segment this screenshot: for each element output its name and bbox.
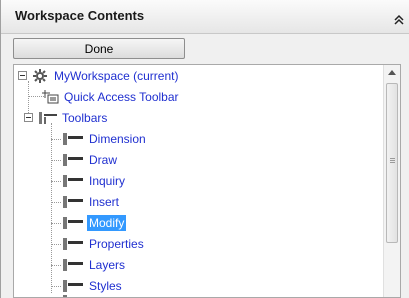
toolbar-icon <box>63 259 83 271</box>
tree-node-label: Inquiry <box>89 174 126 188</box>
tree-line <box>51 160 61 161</box>
tree-node-toolbar-selected[interactable]: Modify <box>62 214 127 232</box>
tree-node-quick-access-toolbar[interactable]: Quick Access Toolbar <box>42 88 181 106</box>
toolbars-icon <box>39 112 57 124</box>
tree-node-toolbars[interactable]: Toolbars <box>38 109 109 127</box>
tree-node-label: Modify <box>87 215 127 231</box>
workspace-contents-panel: Workspace Contents Done MyWorkspace (cur… <box>0 0 409 298</box>
tree-line <box>28 81 29 117</box>
workspace-tree[interactable]: MyWorkspace (current) Quick Access Toolb… <box>13 64 401 298</box>
double-chevron-up-icon[interactable] <box>393 14 405 26</box>
tree-line <box>51 265 61 266</box>
toolbar-icon <box>63 154 83 166</box>
tree-node-toolbar[interactable]: Inquiry <box>62 172 127 190</box>
toolbar-icon <box>63 196 83 208</box>
panel-header: Workspace Contents <box>1 0 409 34</box>
scroll-up-arrow-icon[interactable] <box>388 69 396 75</box>
tree-node-toolbar[interactable]: Draw <box>62 151 119 169</box>
tree-line <box>51 123 52 293</box>
tree-line <box>51 286 61 287</box>
tree-line <box>51 244 61 245</box>
vertical-scrollbar[interactable] <box>383 65 400 297</box>
toolbar-icon <box>63 238 83 250</box>
panel-title: Workspace Contents <box>15 8 145 23</box>
tree-node-label: Toolbars <box>62 111 108 125</box>
tree-node-label: Layers <box>89 258 126 272</box>
toolbar-icon <box>63 133 83 145</box>
quick-access-toolbar-icon <box>42 90 59 104</box>
tree-node-toolbar[interactable]: Layers <box>62 256 127 274</box>
tree-node-label: Draw <box>89 153 118 167</box>
done-button-label: Done <box>84 41 114 56</box>
tree-node-label: MyWorkspace (current) <box>54 69 179 83</box>
tree-node-label: Quick Access Toolbar <box>64 90 179 104</box>
toolbar-icon <box>63 280 83 292</box>
tree-node-label: Styles <box>89 279 122 293</box>
toolbar-icon <box>63 217 83 229</box>
gear-icon <box>33 69 47 83</box>
grip-icon <box>390 158 395 164</box>
collapse-toggle-toolbars[interactable] <box>24 113 33 122</box>
tree-node-toolbar[interactable]: Properties <box>62 235 146 253</box>
tree-node-toolbar[interactable]: Styles <box>62 277 124 295</box>
tree-line <box>51 223 61 224</box>
tree-line <box>51 139 61 140</box>
tree-node-toolbar[interactable]: Dimension <box>62 130 148 148</box>
toolbar-icon <box>63 175 83 187</box>
tree-line <box>51 202 61 203</box>
tree-node-label: Properties <box>89 237 144 251</box>
tree-node-root[interactable]: MyWorkspace (current) <box>32 67 180 85</box>
scrollbar-thumb[interactable] <box>386 83 398 243</box>
tree-node-label: Insert <box>89 195 120 209</box>
tree-line <box>51 181 61 182</box>
tree-node-label: Dimension <box>89 132 146 146</box>
done-button[interactable]: Done <box>13 38 185 59</box>
tree-node-toolbar[interactable]: Insert <box>62 193 121 211</box>
collapse-toggle-root[interactable] <box>18 71 27 80</box>
